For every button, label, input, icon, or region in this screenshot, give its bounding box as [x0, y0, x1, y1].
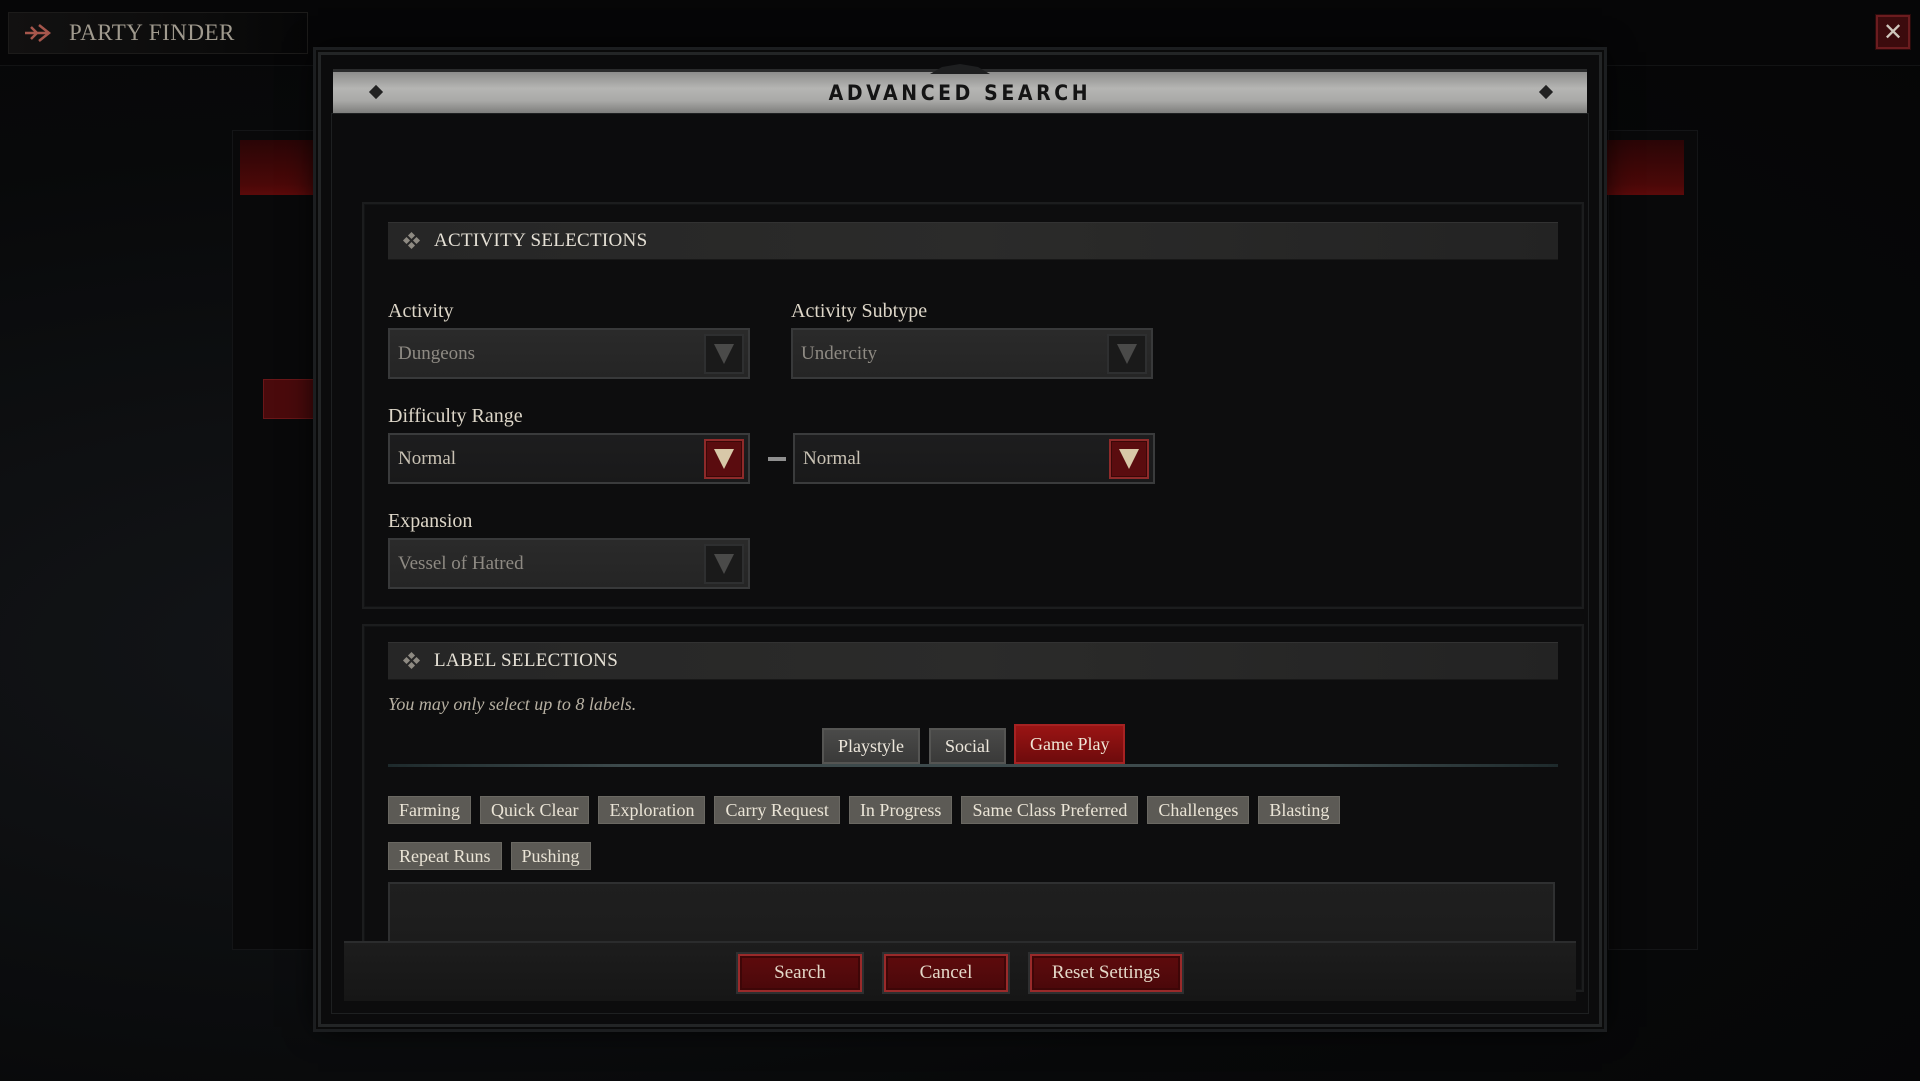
label-selections-section: LABEL SELECTIONS You may only select up … — [362, 624, 1584, 992]
chevron-down-icon — [1107, 333, 1147, 374]
section-title: LABEL SELECTIONS — [434, 650, 619, 671]
modal-footer: Search Cancel Reset Settings — [344, 941, 1576, 1001]
diamond-cluster-icon — [402, 651, 421, 670]
difficulty-min-dropdown[interactable]: Normal — [388, 433, 750, 484]
activity-label: Activity — [388, 300, 454, 322]
activity-value: Dungeons — [398, 342, 476, 364]
label-limit-hint: You may only select up to 8 labels. — [388, 694, 637, 714]
activity-subtype-value: Undercity — [801, 342, 877, 364]
modal-title-bar: ADVANCED SEARCH — [333, 64, 1587, 123]
tab-label: Game Play — [1030, 733, 1110, 754]
reset-settings-button[interactable]: Reset Settings — [1030, 954, 1182, 992]
modal-body: ACTIVITY SELECTIONS Activity Dungeons Ac… — [331, 113, 1589, 1014]
label-chip-challenges[interactable]: Challenges — [1147, 796, 1250, 824]
label-chip-quick-clear[interactable]: Quick Clear — [480, 796, 590, 824]
expansion-dropdown[interactable]: Vessel of Hatred — [388, 538, 750, 589]
background-red-banner-left — [240, 140, 320, 195]
background-panel-right — [1608, 130, 1698, 950]
range-dash — [768, 457, 786, 461]
activity-selections-section: ACTIVITY SELECTIONS Activity Dungeons Ac… — [362, 202, 1584, 609]
search-button[interactable]: Search — [738, 954, 862, 992]
diamond-icon — [1538, 84, 1554, 100]
activity-subtype-dropdown[interactable]: Undercity — [791, 328, 1153, 379]
chevron-down-icon — [704, 543, 744, 584]
activity-subtype-label: Activity Subtype — [791, 300, 928, 322]
diamond-cluster-icon — [402, 231, 421, 250]
background-panel-left — [232, 130, 322, 950]
party-arrow-icon — [23, 22, 57, 44]
close-button[interactable]: ✕ — [1876, 15, 1910, 49]
chevron-down-icon — [704, 438, 744, 479]
label-chip-list: Farming Quick Clear Exploration Carry Re… — [388, 796, 1558, 870]
label-chip-repeat-runs[interactable]: Repeat Runs — [388, 842, 502, 870]
tab-social[interactable]: Social — [929, 728, 1006, 764]
tab-label: Playstyle — [838, 735, 904, 756]
section-header: ACTIVITY SELECTIONS — [388, 222, 1558, 260]
tab-game-play[interactable]: Game Play — [1014, 724, 1126, 764]
difficulty-max-value: Normal — [803, 447, 862, 469]
cancel-button[interactable]: Cancel — [884, 954, 1008, 992]
tab-playstyle[interactable]: Playstyle — [822, 728, 920, 764]
party-finder-title: PARTY FINDER — [69, 20, 235, 45]
label-chip-in-progress[interactable]: In Progress — [848, 796, 953, 824]
difficulty-range-label: Difficulty Range — [388, 405, 523, 427]
activity-dropdown[interactable]: Dungeons — [388, 328, 750, 379]
advanced-search-modal: ADVANCED SEARCH ACTIVITY SELECTIONS Acti… — [318, 52, 1602, 1027]
label-chip-blasting[interactable]: Blasting — [1258, 796, 1341, 824]
chevron-down-icon — [704, 333, 744, 374]
label-chip-exploration[interactable]: Exploration — [598, 796, 706, 824]
difficulty-min-value: Normal — [398, 447, 457, 469]
title-ornament-icon — [930, 64, 990, 74]
chevron-down-icon — [1109, 438, 1149, 479]
diamond-icon — [368, 84, 384, 100]
difficulty-max-dropdown[interactable]: Normal — [793, 433, 1155, 484]
expansion-value: Vessel of Hatred — [398, 552, 524, 574]
label-chip-pushing[interactable]: Pushing — [510, 842, 591, 870]
section-header: LABEL SELECTIONS — [388, 642, 1558, 680]
label-chip-same-class-preferred[interactable]: Same Class Preferred — [961, 796, 1139, 824]
label-chip-carry-request[interactable]: Carry Request — [714, 796, 840, 824]
party-finder-header: PARTY FINDER — [8, 12, 308, 54]
modal-title: ADVANCED SEARCH — [828, 80, 1092, 105]
close-icon: ✕ — [1882, 18, 1904, 46]
label-category-tabs: Playstyle Social Game Play — [364, 722, 1582, 764]
expansion-label: Expansion — [388, 510, 473, 532]
tab-label: Social — [945, 735, 990, 756]
section-title: ACTIVITY SELECTIONS — [434, 230, 648, 251]
tab-divider — [388, 764, 1558, 767]
background-red-banner-right — [1604, 140, 1684, 195]
label-chip-farming[interactable]: Farming — [388, 796, 471, 824]
background-button — [263, 379, 323, 419]
